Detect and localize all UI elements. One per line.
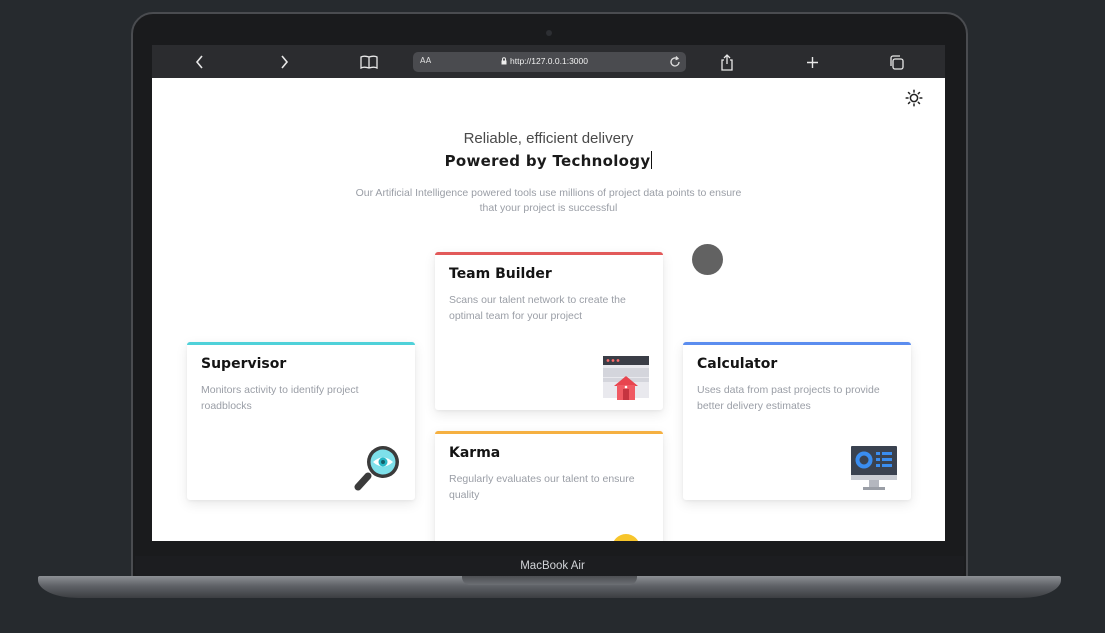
card-description: Uses data from past projects to provide …	[697, 384, 880, 412]
laptop-screen: AA http://127.0.0.1:3000 Reliable, effic…	[152, 45, 945, 541]
card-title: Karma	[449, 445, 501, 461]
laptop-notch	[462, 576, 637, 585]
card-accent-bar	[435, 431, 663, 434]
card-supervisor[interactable]: Supervisor Monitors activity to identify…	[187, 342, 415, 500]
share-icon[interactable]	[718, 53, 736, 71]
new-tab-icon[interactable]	[803, 53, 821, 71]
card-calculator[interactable]: Calculator Uses data from past projects …	[683, 342, 911, 500]
tabs-icon[interactable]	[887, 53, 905, 71]
card-team-builder[interactable]: Team Builder Scans our talent network to…	[435, 252, 663, 410]
card-title: Calculator	[697, 356, 778, 372]
page-subtitle: Our Artificial Intelligence powered tool…	[355, 187, 742, 214]
card-description: Monitors activity to identify project ro…	[201, 384, 359, 412]
card-description: Scans our talent network to create the o…	[449, 294, 626, 322]
text-size-button[interactable]: AA	[420, 56, 431, 65]
lock-icon	[501, 57, 507, 65]
web-page: Reliable, efficient delivery Powered by …	[152, 78, 945, 541]
coin-icon	[611, 533, 641, 541]
monitor-dashboard-icon	[851, 446, 897, 496]
page-title: Powered by Technology	[152, 151, 945, 170]
card-accent-bar	[435, 252, 663, 255]
tagline: Reliable, efficient delivery	[463, 130, 634, 147]
card-description: Regularly evaluates our talent to ensure…	[449, 473, 635, 501]
reload-icon[interactable]	[668, 53, 682, 72]
card-accent-bar	[187, 342, 415, 345]
browser-home-icon	[603, 356, 649, 404]
bookmarks-icon[interactable]	[360, 53, 378, 71]
card-title: Supervisor	[201, 356, 287, 372]
headline-text: Powered by Technology	[444, 152, 651, 170]
address-bar[interactable]: AA http://127.0.0.1:3000	[413, 52, 686, 72]
device-label: MacBook Air	[520, 560, 585, 572]
magnifier-eye-icon	[353, 444, 403, 496]
touch-cursor	[692, 244, 723, 275]
back-icon[interactable]	[191, 53, 209, 71]
card-title: Team Builder	[449, 266, 552, 282]
forward-icon[interactable]	[275, 53, 293, 71]
url-text: http://127.0.0.1:3000	[510, 56, 588, 66]
text-caret	[651, 151, 653, 169]
browser-toolbar: AA http://127.0.0.1:3000	[152, 45, 945, 78]
sun-icon[interactable]	[905, 89, 923, 107]
card-accent-bar	[683, 342, 911, 345]
card-karma[interactable]: Karma Regularly evaluates our talent to …	[435, 431, 663, 541]
camera-icon	[546, 30, 552, 36]
